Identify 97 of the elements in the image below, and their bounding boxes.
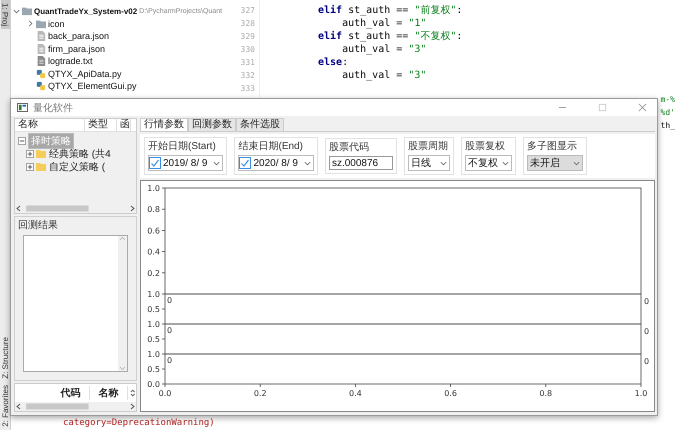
expand-icon[interactable] (26, 150, 34, 158)
strategy-tree[interactable]: 名称 类型 函 择时策略 经典策略 (共4 自定义策略 ( (14, 118, 137, 214)
x-tick-label: 0.4 (349, 389, 362, 398)
code-line: else: (318, 56, 348, 69)
results-table[interactable]: 代码 名称 (14, 383, 137, 412)
y-tick-label: 0.2 (147, 268, 160, 278)
line-number: 330 (240, 44, 255, 56)
line-number: 331 (240, 57, 255, 69)
dropdown[interactable]: 日线 (408, 155, 450, 171)
y-tick-label: 0.5 (147, 365, 160, 374)
file-name[interactable]: back_para.json (48, 31, 110, 42)
group-label: 回测结果 (18, 218, 58, 232)
python-file-icon (36, 68, 46, 79)
tool-window-tab[interactable]: 2: Favorites (0, 382, 10, 430)
y-tick-label: 1.0 (147, 320, 160, 329)
y-tick-label: 1.0 (147, 350, 160, 359)
checked-checkbox[interactable] (149, 157, 161, 169)
collapse-icon[interactable] (18, 136, 26, 144)
code-fragment: %d' (660, 107, 675, 119)
tick-label-fragment: 0 (644, 297, 650, 306)
column-header[interactable]: 类型 (85, 119, 117, 131)
code-fragment: m-% (660, 94, 675, 106)
y-tick-label: 1.0 (147, 184, 160, 193)
x-tick-label: 0.0 (158, 389, 172, 398)
spin-arrows-icon[interactable] (130, 388, 136, 398)
tab[interactable]: 条件选股 (236, 118, 284, 131)
tool-window-tab[interactable]: 1: Proj (0, 0, 10, 30)
y-tick-label: 1.0 (147, 290, 160, 299)
date-picker[interactable]: 2019/ 8/ 9 (148, 155, 224, 171)
json-file-icon (36, 31, 46, 42)
dropdown[interactable]: 不复权 (464, 155, 512, 171)
file-name[interactable]: firm_para.json (48, 44, 106, 54)
file-name[interactable]: QTYX_ApiData.py (48, 68, 122, 79)
window-title: 量化软件 (33, 102, 73, 114)
code-fragment: th_ (660, 120, 675, 132)
field-label: 股票周期 (408, 140, 449, 153)
y-tick-label: 0.4 (147, 248, 160, 257)
y-tick-label: 0.5 (147, 305, 160, 314)
code-line: auth_val = "3" (341, 69, 426, 82)
line-number: 332 (240, 70, 255, 82)
expand-icon[interactable] (26, 162, 34, 170)
chevron-right-icon[interactable] (27, 20, 34, 28)
tree-item[interactable]: 经典策略 (共4 (48, 146, 112, 160)
file-name[interactable]: QTYX_ElementGui.py (48, 81, 137, 92)
horizontal-scrollbar[interactable] (15, 402, 136, 411)
text-file-icon (36, 56, 46, 66)
tick-label-fragment: 0 (644, 327, 650, 336)
column-header[interactable]: 名称 (90, 386, 128, 400)
y-tick-label: 0.8 (147, 205, 160, 214)
folder-icon (22, 6, 32, 16)
app-icon (17, 103, 28, 112)
line-number: 327 (240, 5, 255, 17)
project-name[interactable]: QuantTradeYx_System-v02 (34, 6, 138, 16)
stock-code-field[interactable]: sz.000876 (328, 156, 393, 170)
field-label: 股票代码 (328, 141, 370, 154)
field-label: 多子图显示 (526, 140, 578, 153)
column-header[interactable]: 函 (117, 119, 131, 131)
x-tick-label: 0.6 (444, 389, 457, 398)
y-tick-label: 0.6 (147, 226, 160, 236)
field-label: 股票复权 (464, 140, 506, 153)
tick-label-fragment: 0 (167, 356, 172, 365)
field-label: 结束日期(End) (238, 140, 304, 153)
line-number: 328 (240, 18, 255, 30)
x-tick-label: 1.0 (634, 389, 648, 398)
y-tick-label: 0.5 (147, 335, 160, 344)
vertical-scrollbar[interactable] (118, 236, 127, 371)
line-number: 329 (240, 31, 255, 43)
python-file-icon (36, 81, 46, 92)
tool-window-tab[interactable]: Z: Structure (0, 334, 10, 382)
column-header[interactable]: 名称 (15, 119, 85, 131)
folder-icon (36, 18, 46, 29)
horizontal-scrollbar[interactable] (15, 204, 136, 213)
tab[interactable]: 行情参数 (140, 118, 188, 131)
tick-label-fragment: 0 (167, 326, 172, 335)
dropdown[interactable]: 未开启 (526, 155, 583, 171)
column-header[interactable]: 代码 (52, 386, 90, 400)
line-number: 333 (240, 83, 255, 95)
json-file-icon (36, 44, 46, 54)
tree-item[interactable]: 自定义策略 ( (48, 160, 106, 174)
code-line: auth_val = "3" (341, 43, 426, 56)
date-picker[interactable]: 2020/ 8/ 9 (238, 155, 314, 171)
code-line: elif st_auth == "前复权": (318, 4, 462, 17)
chevron-down-icon[interactable] (13, 8, 20, 15)
field-label: 开始日期(Start) (148, 140, 217, 153)
tick-label-fragment: 0 (644, 357, 650, 366)
console-output: category=DeprecationWarning) (63, 418, 215, 428)
file-name[interactable]: logtrade.txt (48, 56, 93, 66)
x-tick-label: 0.2 (254, 389, 267, 398)
tick-label-fragment: 0 (167, 296, 172, 305)
y-tick-label: 0.0 (147, 380, 160, 389)
code-line: elif st_auth == "不复权": (318, 30, 462, 43)
x-tick-label: 0.8 (539, 389, 552, 398)
tab[interactable]: 回测参数 (188, 118, 236, 131)
checked-checkbox[interactable] (239, 157, 252, 169)
close-icon[interactable] (638, 103, 647, 112)
code-line: auth_val = "1" (342, 17, 426, 30)
file-name[interactable]: icon (48, 18, 65, 29)
